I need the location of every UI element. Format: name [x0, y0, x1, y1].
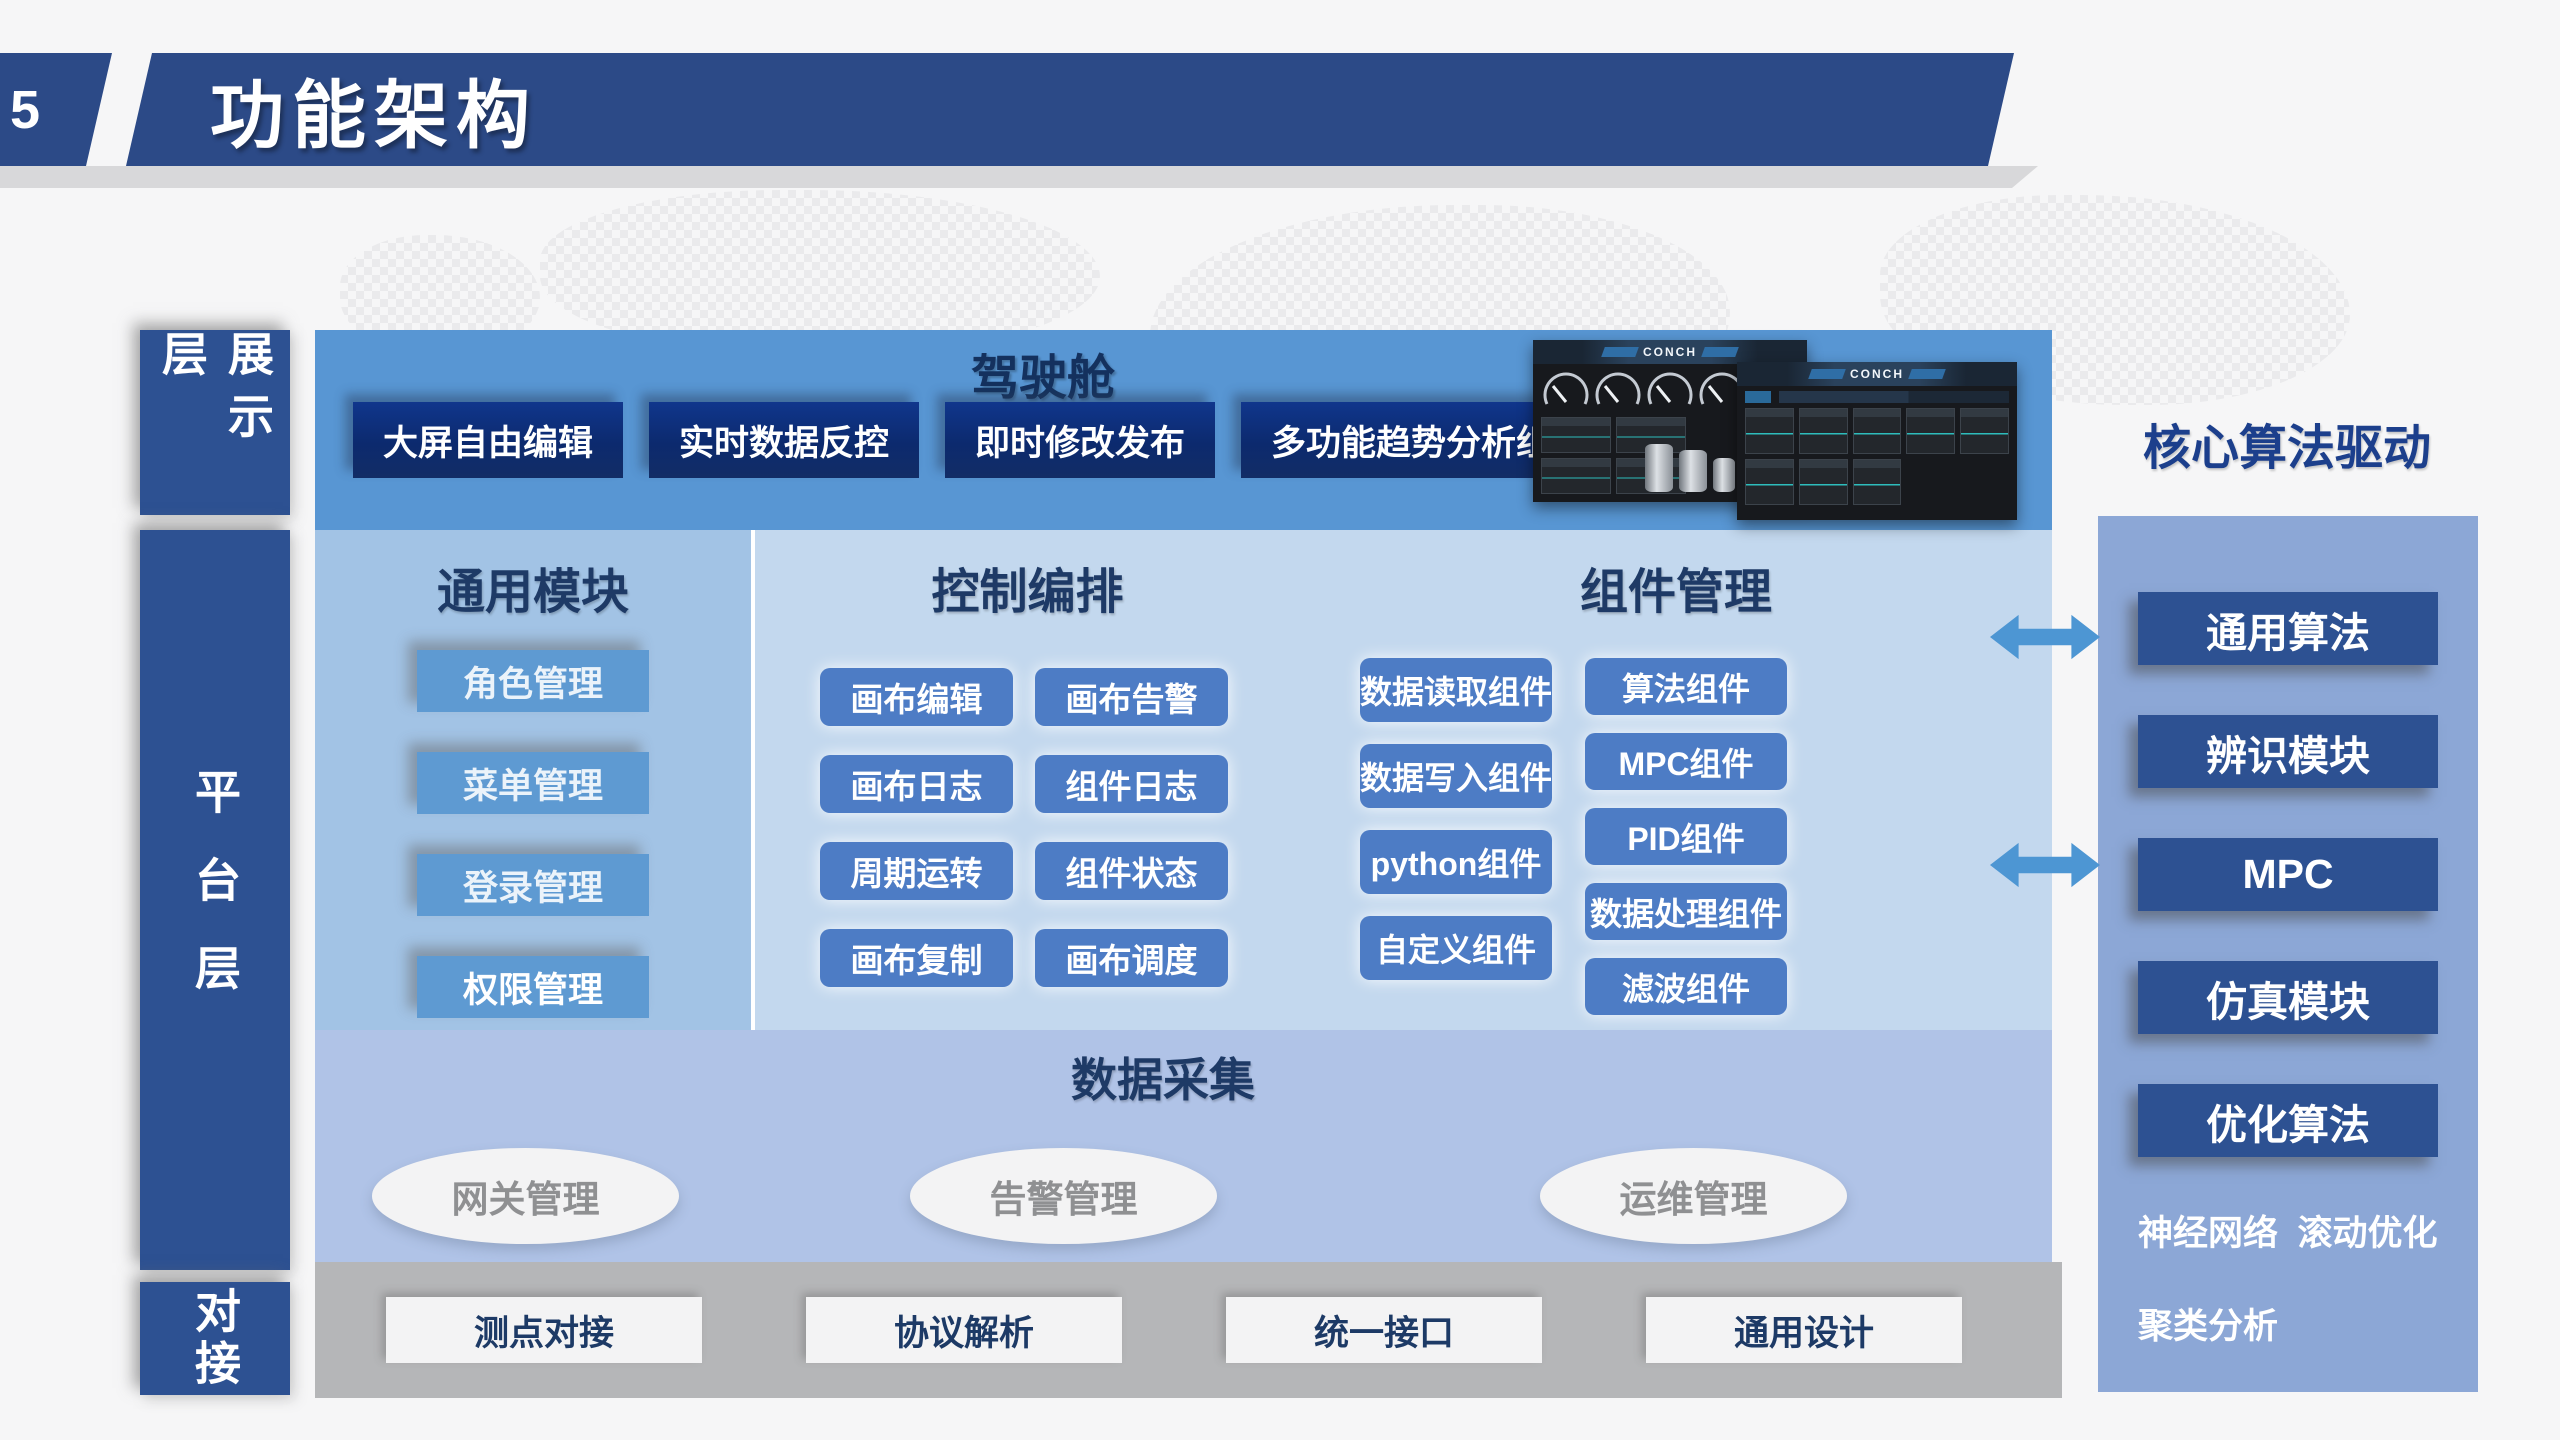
dashboard-tab: [1701, 347, 1739, 357]
general-module-item: 菜单管理: [417, 752, 649, 814]
component-list-right: 算法组件 MPC组件 PID组件数据处理组件滤波组件: [1585, 658, 1787, 1015]
banner-shadow: [0, 166, 2038, 188]
algorithm-list: 通用算法辨识模块 MPC 仿真模块优化算法: [2098, 516, 2478, 1157]
cockpit-title: 驾驶舱: [971, 338, 1115, 408]
component-item: 自定义组件: [1360, 916, 1552, 980]
dashboard-brand-logo: CONCH: [1850, 367, 1904, 381]
trend-chart: [1906, 408, 1955, 454]
component-item: 算法组件: [1585, 658, 1787, 715]
component-item: 数据写入组件: [1360, 744, 1552, 808]
dashboard-header: CONCH: [1533, 340, 1807, 364]
dashboard-tab: [1601, 347, 1639, 357]
component-management-section: 组件管理 数据读取组件数据写入组件 python组件自定义组件 算法组件 MPC组件…: [1300, 530, 2052, 1030]
data-collection-section: 数据采集 网关管理 告警管理 运维管理: [315, 1030, 2052, 1262]
trend-chart: [1541, 417, 1611, 453]
dashboard-brand-logo: CONCH: [1643, 345, 1697, 359]
control-item-grid: 画布编辑画布告警画布日志组件日志周期运转组件状态画布复制画布调度: [820, 668, 1228, 987]
tank-graphic: [1713, 458, 1735, 492]
algorithm-panel-title: 核心算法驱动: [2143, 408, 2431, 478]
trend-chart: [1853, 459, 1902, 505]
trend-chart: [1799, 408, 1848, 454]
algorithm-panel: 通用算法辨识模块 MPC 仿真模块优化算法 神经网络 滚动优化 聚类分析: [2098, 516, 2478, 1392]
cockpit-feature: 大屏自由编辑: [353, 402, 623, 478]
integration-item: 协议解析: [806, 1297, 1122, 1363]
integration-item: 通用设计: [1646, 1297, 1962, 1363]
general-module-list: 角色管理菜单管理登录管理权限管理: [417, 650, 649, 1018]
algorithm-item: 辨识模块: [2138, 715, 2438, 788]
cockpit-section: 驾驶舱 大屏自由编辑实时数据反控即时修改发布多功能趋势分析组件 CONCH: [315, 330, 2052, 530]
tank-graphic: [1679, 450, 1707, 492]
general-module-item: 权限管理: [417, 956, 649, 1018]
component-item: MPC组件: [1585, 733, 1787, 790]
control-item: 周期运转: [820, 842, 1013, 900]
component-item: 滤波组件: [1585, 958, 1787, 1015]
general-module-item: 角色管理: [417, 650, 649, 712]
layer-label-text: 对接: [182, 1287, 248, 1391]
control-item: 组件日志: [1035, 755, 1228, 813]
data-collection-item: 网关管理: [372, 1148, 679, 1244]
trend-chart: [1541, 458, 1611, 494]
general-module-section: 通用模块 角色管理菜单管理登录管理权限管理: [315, 530, 751, 1030]
control-item: 画布日志: [820, 755, 1013, 813]
section-title: 通用模块: [315, 552, 751, 622]
algorithm-item: 通用算法: [2138, 592, 2438, 665]
layer-label-platform: 平台层: [140, 530, 290, 1270]
slide-number: 5: [10, 79, 40, 141]
dashboard-tab: [1908, 369, 1946, 379]
section-title: 数据采集: [1071, 1044, 1255, 1110]
control-item: 画布调度: [1035, 929, 1228, 987]
trend-chart: [1745, 408, 1794, 454]
layer-label-display: 展示层: [140, 330, 290, 515]
layer-label-integration: 对接: [140, 1282, 290, 1395]
dashboard-tab: [1808, 369, 1846, 379]
component-columns: 数据读取组件数据写入组件 python组件自定义组件 算法组件 MPC组件 PID组件…: [1360, 658, 1787, 1015]
section-title: 控制编排: [755, 552, 1300, 622]
algorithm-note: 神经网络 滚动优化: [2138, 1205, 2478, 1256]
cockpit-feature: 实时数据反控: [649, 402, 919, 478]
control-item: 画布告警: [1035, 668, 1228, 726]
layer-label-text: 展示层: [149, 330, 281, 515]
trend-chart: [1745, 459, 1794, 505]
platform-panel: 驾驶舱 大屏自由编辑实时数据反控即时修改发布多功能趋势分析组件 CONCH: [315, 330, 2052, 1262]
data-collection-item: 告警管理: [910, 1148, 1217, 1244]
component-item: python组件: [1360, 830, 1552, 894]
trend-chart-grid: [1737, 408, 2017, 505]
dashboard-header: CONCH: [1737, 362, 2017, 386]
algorithm-item: MPC: [2138, 838, 2438, 911]
tank-graphic: [1645, 444, 1673, 492]
algorithm-item: 仿真模块: [2138, 961, 2438, 1034]
integration-item: 测点对接: [386, 1297, 702, 1363]
cockpit-feature-list: 大屏自由编辑实时数据反控即时修改发布多功能趋势分析组件: [353, 402, 1616, 478]
algorithm-item: 优化算法: [2138, 1084, 2438, 1157]
dashboard-thumbnail-2: CONCH: [1737, 362, 2017, 520]
slide-number-box: 5: [0, 53, 112, 166]
slide-canvas: 5 功能架构 展示层 平台层 对接 驾驶舱 大屏自由编辑实时数据反控即时修改发布…: [0, 0, 2560, 1440]
component-list-left: 数据读取组件数据写入组件 python组件自定义组件: [1360, 658, 1552, 980]
cockpit-feature: 即时修改发布: [945, 402, 1215, 478]
layer-label-text: 平台层: [182, 768, 248, 1032]
integration-item: 统一接口: [1226, 1297, 1542, 1363]
trend-chart: [1853, 408, 1902, 454]
component-item: 数据处理组件: [1585, 883, 1787, 940]
title-banner: 功能架构: [126, 53, 2014, 166]
data-collection-item: 运维管理: [1540, 1148, 1847, 1244]
control-item: 画布编辑: [820, 668, 1013, 726]
section-title: 组件管理: [1300, 552, 2052, 622]
control-item: 组件状态: [1035, 842, 1228, 900]
control-item: 画布复制: [820, 929, 1013, 987]
dashboard-toolbar: [1745, 391, 2009, 403]
control-orchestration-section: 控制编排 画布编辑画布告警画布日志组件日志周期运转组件状态画布复制画布调度: [755, 530, 1300, 1030]
algorithm-note: 聚类分析: [2138, 1298, 2478, 1349]
page-title: 功能架构: [126, 56, 538, 163]
general-module-item: 登录管理: [417, 854, 649, 916]
integration-section: 测点对接 协议解析 统一接口 通用设计: [315, 1262, 2062, 1398]
component-item: PID组件: [1585, 808, 1787, 865]
trend-chart: [1960, 408, 2009, 454]
trend-chart: [1799, 459, 1848, 505]
platform-middle-band: 通用模块 角色管理菜单管理登录管理权限管理 控制编排 画布编辑画布告警画布日志组…: [315, 530, 2052, 1030]
component-item: 数据读取组件: [1360, 658, 1552, 722]
